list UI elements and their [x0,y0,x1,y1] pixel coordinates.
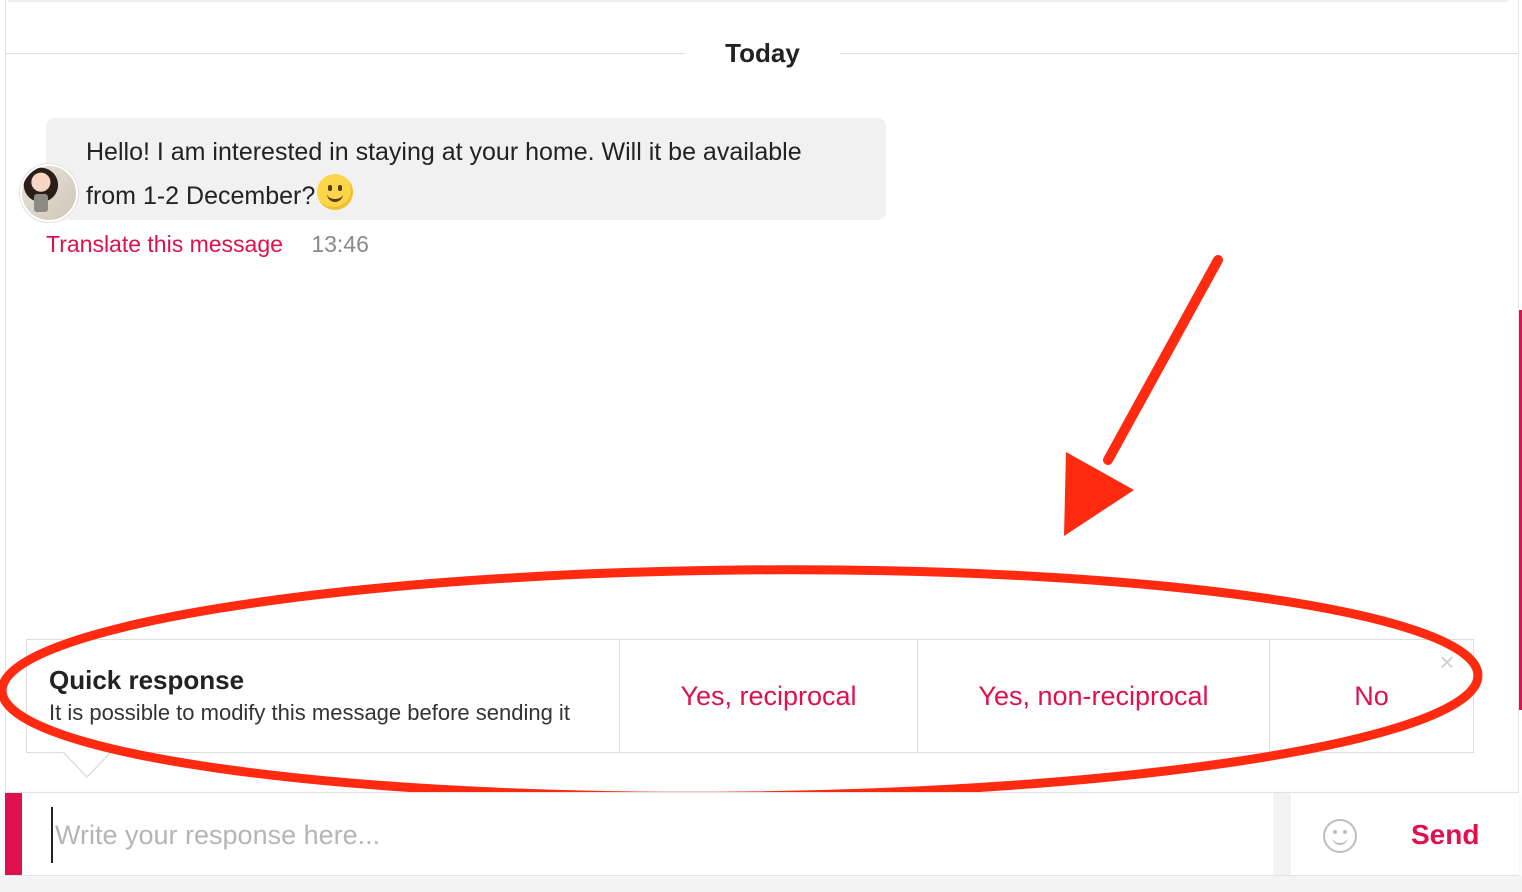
date-label: Today [725,38,800,68]
quick-response-pointer [62,751,112,778]
divider-line-right [840,53,1519,54]
quick-response-yes-reciprocal[interactable]: Yes, reciprocal [620,640,918,752]
quick-response-title: Quick response [49,665,245,695]
translate-message-link[interactable]: Translate this message [46,231,283,257]
composer-accent-bar [5,793,22,875]
avatar[interactable] [20,164,78,222]
top-border [8,0,1508,2]
date-divider: Today [5,32,1519,76]
message-composer: Send [5,792,1519,876]
send-button[interactable]: Send [1405,813,1485,857]
message-bubble: Hello! I am interested in staying at you… [46,118,886,220]
quick-response-no-label: No [1354,680,1389,711]
message-text: Hello! I am interested in staying at you… [86,138,802,210]
quick-response-no[interactable]: No × [1270,640,1473,752]
quick-response-subtitle: It is possible to modify this message be… [49,700,570,725]
quick-response-yes-non-reciprocal[interactable]: Yes, non-reciprocal [918,640,1270,752]
close-icon[interactable]: × [1437,649,1457,675]
quick-response-intro: Quick response It is possible to modify … [27,640,620,752]
smiley-icon[interactable] [1323,819,1357,853]
smiley-emoji-icon [317,174,354,210]
message-meta: Translate this message 13:46 [46,228,369,260]
divider-line-left [5,53,685,54]
response-input[interactable] [51,807,1277,863]
message-timestamp: 13:46 [311,231,369,257]
composer-divider [1273,793,1291,875]
quick-response-panel: Quick response It is possible to modify … [26,639,1474,753]
bottom-strip [0,876,1522,892]
